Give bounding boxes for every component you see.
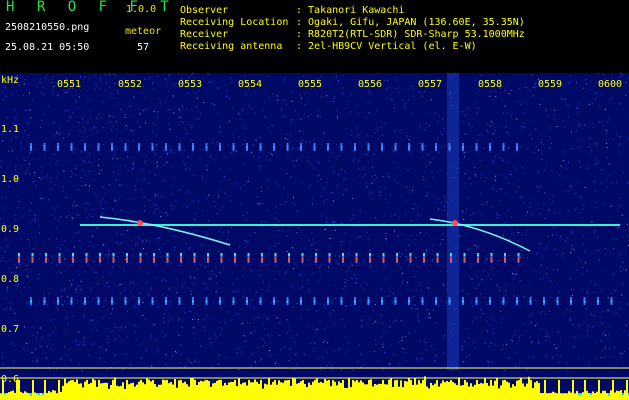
time-label-0551: 0551 (57, 79, 82, 90)
spectrogram-canvas (0, 73, 629, 400)
meteor-count: 57 (137, 42, 150, 53)
info-value-location: : Ogaki, Gifu, JAPAN (136.60E, 35.35N) (296, 17, 525, 28)
echo-row-red (18, 253, 520, 263)
app-version: 1.0.0 (126, 4, 157, 15)
info-label-location: Receiving Location (180, 17, 289, 28)
spectrogram-panel (0, 73, 629, 400)
file-name: 2508210550.png (5, 22, 90, 33)
time-label-0559: 0559 (538, 79, 563, 90)
info-label-receiver: Receiver (180, 29, 229, 40)
time-label-0555: 0555 (298, 79, 323, 90)
time-label-0557: 0557 (418, 79, 443, 90)
info-label-observer: Observer (180, 5, 229, 16)
info-value-observer: : Takanori Kawachi (296, 5, 405, 16)
time-label-0556: 0556 (358, 79, 383, 90)
meteor-head-2 (452, 220, 458, 226)
time-label-0558: 0558 (478, 79, 503, 90)
freq-label-1.1: 1.1 (1, 124, 20, 135)
meteor-head-1 (137, 220, 143, 226)
freq-label-0.7: 0.7 (1, 324, 20, 335)
meteor-trace-2 (429, 218, 531, 252)
time-label-0600: 0600 (598, 79, 623, 90)
freq-label-1.0: 1.0 (1, 174, 20, 185)
noise-layer (0, 73, 629, 371)
freq-label-0.9: 0.9 (1, 224, 20, 235)
time-label-0553: 0553 (178, 79, 203, 90)
freq-label-0.6: 0.6 (1, 374, 20, 385)
time-label-0554: 0554 (238, 79, 263, 90)
info-label-antenna: Receiving antenna (180, 41, 283, 52)
level-bars (0, 376, 629, 400)
info-value-receiver: : R820T2(RTL-SDR) SDR-Sharp 53.1000MHz (296, 29, 525, 40)
capture-datetime: 25.08.21 05:50 (5, 42, 90, 53)
freq-unit-label: kHz (1, 75, 20, 86)
info-value-antenna: : 2el-HB9CV Vertical (el. E-W) (296, 41, 477, 52)
meteor-trace-1 (99, 216, 231, 246)
freq-label-0.8: 0.8 (1, 274, 20, 285)
time-label-0552: 0552 (118, 79, 143, 90)
meteor-label: meteor (125, 26, 162, 37)
header-panel: H R O F F T 1.0.0 2508210550.png meteor … (0, 0, 629, 73)
